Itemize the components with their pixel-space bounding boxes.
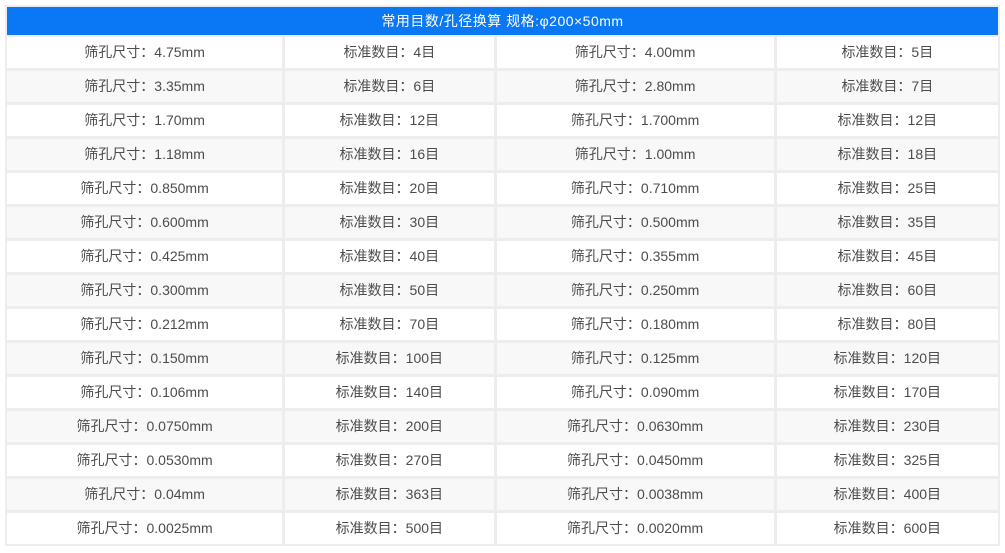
mesh-count-cell: 标准数目：50目 xyxy=(285,275,494,306)
sieve-size-cell: 筛孔尺寸：3.35mm xyxy=(7,71,283,102)
mesh-count-cell: 标准数目：25目 xyxy=(776,173,998,204)
mesh-count-cell: 标准数目：325目 xyxy=(776,445,998,476)
mesh-count-cell: 标准数目：7目 xyxy=(776,71,998,102)
sieve-size-cell: 筛孔尺寸：0.250mm xyxy=(496,275,774,306)
mesh-count-cell: 标准数目：5目 xyxy=(776,37,998,68)
sieve-size-cell: 筛孔尺寸：0.212mm xyxy=(7,309,283,340)
sieve-size-cell: 筛孔尺寸：0.500mm xyxy=(496,207,774,238)
mesh-count-cell: 标准数目：363目 xyxy=(285,479,494,510)
mesh-count-cell: 标准数目：500目 xyxy=(285,513,494,544)
mesh-count-cell: 标准数目：230目 xyxy=(776,411,998,442)
sieve-size-cell: 筛孔尺寸：0.106mm xyxy=(7,377,283,408)
mesh-count-cell: 标准数目：200目 xyxy=(285,411,494,442)
sieve-size-cell: 筛孔尺寸：0.425mm xyxy=(7,241,283,272)
mesh-count-cell: 标准数目：170目 xyxy=(776,377,998,408)
sieve-size-cell: 筛孔尺寸：0.0630mm xyxy=(496,411,774,442)
mesh-count-cell: 标准数目：18目 xyxy=(776,139,998,170)
sieve-size-cell: 筛孔尺寸：0.150mm xyxy=(7,343,283,374)
sieve-size-cell: 筛孔尺寸：0.850mm xyxy=(7,173,283,204)
sieve-size-cell: 筛孔尺寸：0.0530mm xyxy=(7,445,283,476)
sieve-size-cell: 筛孔尺寸：2.80mm xyxy=(496,71,774,102)
mesh-count-cell: 标准数目：600目 xyxy=(776,513,998,544)
mesh-count-cell: 标准数目：140目 xyxy=(285,377,494,408)
sieve-size-cell: 筛孔尺寸：0.0750mm xyxy=(7,411,283,442)
conversion-grid: 筛孔尺寸：4.75mm 标准数目：4目 筛孔尺寸：4.00mm 标准数目：5目 筛孔尺寸… xyxy=(7,37,998,544)
mesh-aperture-conversion-table: 常用目数/孔径换算 规格:φ200×50mm 筛孔尺寸：4.75mm 标准数目：4… xyxy=(5,5,1000,546)
mesh-count-cell: 标准数目：80目 xyxy=(776,309,998,340)
sieve-size-cell: 筛孔尺寸：0.300mm xyxy=(7,275,283,306)
mesh-count-cell: 标准数目：4目 xyxy=(285,37,494,68)
sieve-size-cell: 筛孔尺寸：0.090mm xyxy=(496,377,774,408)
sieve-size-cell: 筛孔尺寸：0.0020mm xyxy=(496,513,774,544)
table-title: 常用目数/孔径换算 规格:φ200×50mm xyxy=(7,7,998,35)
mesh-count-cell: 标准数目：30目 xyxy=(285,207,494,238)
mesh-count-cell: 标准数目：100目 xyxy=(285,343,494,374)
sieve-size-cell: 筛孔尺寸：0.180mm xyxy=(496,309,774,340)
mesh-count-cell: 标准数目：12目 xyxy=(776,105,998,136)
sieve-size-cell: 筛孔尺寸：4.75mm xyxy=(7,37,283,68)
sieve-size-cell: 筛孔尺寸：1.700mm xyxy=(496,105,774,136)
mesh-count-cell: 标准数目：6目 xyxy=(285,71,494,102)
sieve-size-cell: 筛孔尺寸：4.00mm xyxy=(496,37,774,68)
mesh-count-cell: 标准数目：45目 xyxy=(776,241,998,272)
sieve-size-cell: 筛孔尺寸：1.00mm xyxy=(496,139,774,170)
sieve-size-cell: 筛孔尺寸：0.600mm xyxy=(7,207,283,238)
mesh-count-cell: 标准数目：70目 xyxy=(285,309,494,340)
sieve-size-cell: 筛孔尺寸：1.70mm xyxy=(7,105,283,136)
mesh-count-cell: 标准数目：20目 xyxy=(285,173,494,204)
sieve-size-cell: 筛孔尺寸：0.0025mm xyxy=(7,513,283,544)
sieve-size-cell: 筛孔尺寸：0.355mm xyxy=(496,241,774,272)
mesh-count-cell: 标准数目：16目 xyxy=(285,139,494,170)
mesh-count-cell: 标准数目：40目 xyxy=(285,241,494,272)
sieve-size-cell: 筛孔尺寸：0.0450mm xyxy=(496,445,774,476)
sieve-size-cell: 筛孔尺寸：1.18mm xyxy=(7,139,283,170)
mesh-count-cell: 标准数目：120目 xyxy=(776,343,998,374)
mesh-count-cell: 标准数目：270目 xyxy=(285,445,494,476)
sieve-size-cell: 筛孔尺寸：0.710mm xyxy=(496,173,774,204)
sieve-size-cell: 筛孔尺寸：0.125mm xyxy=(496,343,774,374)
mesh-count-cell: 标准数目：60目 xyxy=(776,275,998,306)
mesh-count-cell: 标准数目：400目 xyxy=(776,479,998,510)
mesh-count-cell: 标准数目：35目 xyxy=(776,207,998,238)
sieve-size-cell: 筛孔尺寸：0.04mm xyxy=(7,479,283,510)
sieve-size-cell: 筛孔尺寸：0.0038mm xyxy=(496,479,774,510)
mesh-count-cell: 标准数目：12目 xyxy=(285,105,494,136)
page: 常用目数/孔径换算 规格:φ200×50mm 筛孔尺寸：4.75mm 标准数目：4… xyxy=(0,0,1005,553)
